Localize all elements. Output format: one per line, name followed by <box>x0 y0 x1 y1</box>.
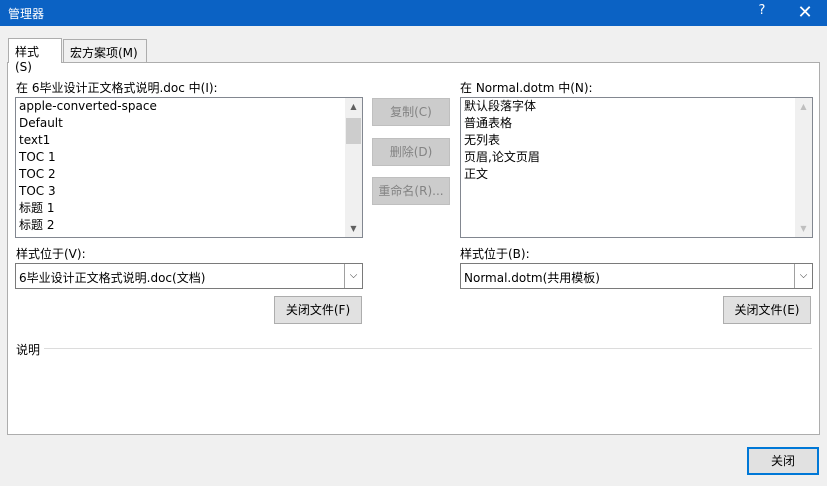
list-item[interactable]: 默认段落字体 <box>461 98 812 115</box>
help-button[interactable]: ? <box>748 3 776 23</box>
title-bar: 管理器 ? ✕ <box>0 0 827 26</box>
list-item[interactable]: 标题 2 <box>16 217 362 234</box>
right-location-select[interactable]: Normal.dotm(共用模板) ⌵ <box>460 263 813 289</box>
list-item[interactable]: 标题 1 <box>16 200 362 217</box>
close-dialog-button[interactable]: 关闭 <box>747 447 819 475</box>
left-close-file-button[interactable]: 关闭文件(F) <box>274 296 362 324</box>
chevron-down-icon[interactable]: ⌵ <box>794 264 812 288</box>
list-item[interactable]: 正文 <box>461 166 812 183</box>
scroll-up-icon: ▲ <box>800 102 807 111</box>
scrollbar-thumb[interactable] <box>346 118 361 144</box>
list-item[interactable]: Default <box>16 115 362 132</box>
scroll-up-icon[interactable]: ▲ <box>345 98 362 115</box>
list-item[interactable]: TOC 3 <box>16 183 362 200</box>
tab-macro-items-label: 宏方案项(M) <box>70 46 138 60</box>
list-item[interactable]: TOC 1 <box>16 149 362 166</box>
right-close-file-button[interactable]: 关闭文件(E) <box>723 296 811 324</box>
list-item[interactable]: apple-converted-space <box>16 98 362 115</box>
delete-button[interactable]: 删除(D) <box>372 138 450 166</box>
rename-button[interactable]: 重命名(R)... <box>372 177 450 205</box>
description-label: 说明 <box>16 343 41 357</box>
right-location-label: 样式位于(B): <box>460 247 530 261</box>
left-list-label: 在 6毕业设计正文格式说明.doc 中(I): <box>16 81 218 95</box>
tab-macro-items[interactable]: 宏方案项(M) <box>63 39 147 63</box>
left-list-scrollbar[interactable]: ▲ ▼ <box>345 98 362 237</box>
description-divider <box>44 348 812 349</box>
copy-button[interactable]: 复制(C) <box>372 98 450 126</box>
list-item[interactable]: 页眉,论文页眉 <box>461 149 812 166</box>
list-item[interactable]: 普通表格 <box>461 115 812 132</box>
left-location-select[interactable]: 6毕业设计正文格式说明.doc(文档) ⌵ <box>15 263 363 289</box>
right-location-value: Normal.dotm(共用模板) <box>464 271 600 285</box>
chevron-down-icon[interactable]: ⌵ <box>344 264 362 288</box>
list-item[interactable]: TOC 2 <box>16 166 362 183</box>
right-list-scrollbar: ▲ ▼ <box>795 98 812 237</box>
window-title: 管理器 <box>8 7 45 21</box>
right-style-list[interactable]: 默认段落字体 普通表格 无列表 页眉,论文页眉 正文 ▲ ▼ <box>460 97 813 238</box>
scroll-down-icon[interactable]: ▼ <box>345 220 362 237</box>
list-item[interactable]: text1 <box>16 132 362 149</box>
list-item[interactable]: 无列表 <box>461 132 812 149</box>
left-location-label: 样式位于(V): <box>16 247 86 261</box>
close-window-button[interactable]: ✕ <box>790 1 820 25</box>
scroll-down-icon: ▼ <box>800 224 807 233</box>
left-style-list[interactable]: apple-converted-space Default text1 TOC … <box>15 97 363 238</box>
left-location-value: 6毕业设计正文格式说明.doc(文档) <box>19 271 206 285</box>
tab-styles[interactable]: 样式(S) <box>8 38 62 74</box>
right-list-label: 在 Normal.dotm 中(N): <box>460 81 593 95</box>
